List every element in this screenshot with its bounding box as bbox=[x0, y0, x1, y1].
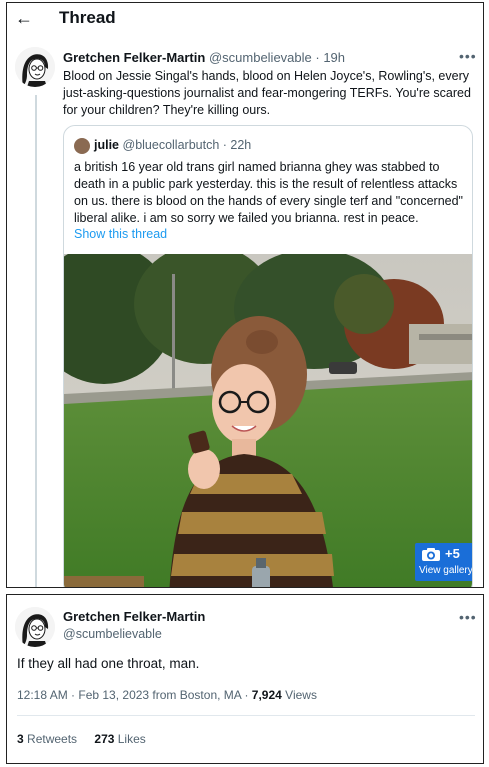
tweet-text: Blood on Jessie Singal's hands, blood on… bbox=[63, 69, 471, 117]
quoted-tweet-time: · 22h bbox=[222, 138, 252, 152]
quoted-tweet[interactable]: julie @bluecollarbutch · 22h a british 1… bbox=[63, 125, 473, 587]
back-arrow-icon[interactable]: ← bbox=[15, 9, 33, 27]
gallery-count: +5 bbox=[445, 546, 460, 561]
likes-count: 273 bbox=[94, 732, 115, 746]
page-title: Thread bbox=[59, 8, 116, 27]
retweets-label: Retweets bbox=[23, 732, 78, 746]
avatar[interactable] bbox=[15, 47, 55, 87]
likes-label: Likes bbox=[114, 732, 146, 746]
author-handle[interactable]: @scumbelievable bbox=[63, 627, 162, 641]
views-label: Views bbox=[281, 688, 317, 702]
author-name[interactable]: Gretchen Felker-Martin bbox=[63, 50, 205, 65]
quoted-author-name[interactable]: julie bbox=[94, 138, 119, 152]
tweet-author-row: Gretchen Felker-Martin @scumbelievable ·… bbox=[63, 50, 345, 65]
more-icon[interactable]: ••• bbox=[459, 609, 477, 625]
quoted-author-row: julie @bluecollarbutch · 22h bbox=[94, 138, 251, 152]
quoted-author-handle[interactable]: @bluecollarbutch bbox=[123, 138, 220, 152]
retweets-count: 3 bbox=[17, 732, 24, 746]
retweets-stat[interactable]: 3 Retweets bbox=[17, 732, 77, 746]
avatar[interactable] bbox=[15, 607, 55, 647]
tweet-timestamp[interactable]: 12:18 AM · Feb 13, 2023 from Boston, MA … bbox=[17, 688, 252, 702]
tweet-stats: 3 Retweets 273 Likes bbox=[17, 732, 160, 746]
tweet-meta: 12:18 AM · Feb 13, 2023 from Boston, MA … bbox=[17, 688, 317, 702]
reply-tweet-panel: Gretchen Felker-Martin @scumbelievable •… bbox=[6, 594, 484, 764]
view-gallery-button[interactable]: +5 View gallery bbox=[415, 543, 473, 581]
author-name[interactable]: Gretchen Felker-Martin bbox=[63, 609, 205, 624]
camera-icon bbox=[422, 548, 440, 561]
likes-stat[interactable]: 273 Likes bbox=[94, 732, 145, 746]
author-handle[interactable]: @scumbelievable bbox=[209, 50, 312, 65]
thread-header: ← Thread bbox=[7, 3, 483, 33]
quoted-tweet-text: a british 16 year old trans girl named b… bbox=[74, 160, 463, 225]
views-count: 7,924 bbox=[251, 688, 282, 702]
more-icon[interactable]: ••• bbox=[459, 48, 477, 64]
divider bbox=[17, 715, 475, 716]
quoted-avatar[interactable] bbox=[74, 138, 90, 154]
thread-panel: ← Thread Gretchen Felker-Martin @scumbel… bbox=[6, 2, 484, 588]
tweet-text: If they all had one throat, man. bbox=[17, 656, 200, 671]
show-thread-link[interactable]: Show this thread bbox=[74, 227, 167, 241]
thread-connector bbox=[35, 95, 37, 587]
tweet-photo[interactable]: +5 View gallery bbox=[64, 254, 473, 587]
gallery-label: View gallery bbox=[419, 565, 473, 576]
tweet-time[interactable]: · 19h bbox=[315, 50, 345, 65]
